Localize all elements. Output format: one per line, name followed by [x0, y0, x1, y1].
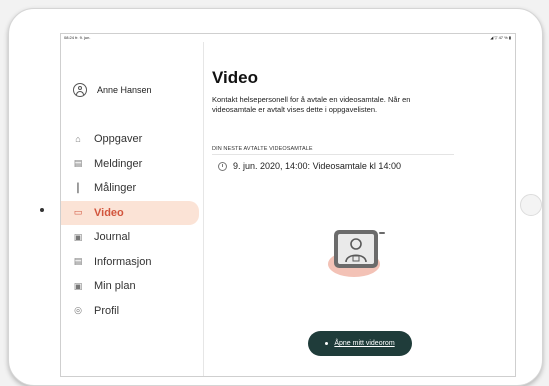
section-label: DIN NESTE AVTALTE VIDEOSAMTALE — [212, 146, 313, 152]
sidebar-item-label: Journal — [94, 231, 131, 244]
appointment-text: 9. jun. 2020, 14:00: Videosamtale kl 14:… — [233, 161, 401, 171]
open-video-room-label: Åpne mitt videorom — [334, 340, 395, 347]
clock-icon — [218, 161, 227, 171]
sidebar-item-label: Oppgaver — [94, 133, 143, 146]
sidebar: Anne Hansen ⌂ Oppgaver ▤ Meldinger ┃ Mål… — [61, 42, 204, 376]
status-time: 08:24 fr. 9. jun. — [64, 35, 91, 40]
info-icon: ▤ — [73, 256, 83, 267]
chart-icon: ┃ — [75, 182, 81, 193]
home-icon: ⌂ — [75, 134, 81, 145]
profile-icon: ◎ — [74, 305, 82, 316]
journal-icon: ▣ — [73, 231, 83, 242]
profile-name: Anne Hansen — [97, 85, 152, 95]
app-screen: 08:24 fr. 9. jun. ◢ ▽ 47 % ▮ Anne Hansen… — [60, 33, 516, 377]
video-call-illustration-icon — [328, 230, 385, 277]
main-content: Video Kontakt helsepersonell for å avtal… — [204, 42, 515, 376]
video-icon: ▭ — [73, 207, 83, 218]
tablet-frame: 08:24 fr. 9. jun. ◢ ▽ 47 % ▮ Anne Hansen… — [8, 8, 543, 386]
camera-dot — [40, 208, 44, 212]
sidebar-item-informasjon[interactable]: ▤ Informasjon — [61, 250, 203, 275]
sidebar-nav: ⌂ Oppgaver ▤ Meldinger ┃ Målinger ▭ Vide… — [61, 127, 203, 323]
sidebar-item-malinger[interactable]: ┃ Målinger — [61, 176, 203, 201]
sidebar-item-label: Informasjon — [94, 255, 152, 268]
page-title: Video — [212, 68, 258, 87]
sidebar-item-label: Meldinger — [94, 157, 143, 170]
sidebar-item-min-plan[interactable]: ▣ Min plan — [61, 274, 203, 299]
sidebar-item-label: Profil — [94, 304, 120, 317]
sidebar-item-journal[interactable]: ▣ Journal — [61, 225, 203, 250]
appointment-item[interactable]: 9. jun. 2020, 14:00: Videosamtale kl 14:… — [218, 161, 401, 171]
open-video-room-button[interactable]: Åpne mitt videorom — [308, 331, 412, 356]
sidebar-item-label: Min plan — [94, 280, 136, 293]
sidebar-item-label: Målinger — [94, 182, 137, 195]
dot-icon — [325, 342, 329, 345]
avatar-icon — [73, 83, 87, 97]
home-button[interactable] — [520, 194, 542, 216]
sidebar-item-oppgaver[interactable]: ⌂ Oppgaver — [61, 127, 203, 152]
profile-header[interactable]: Anne Hansen — [73, 80, 152, 100]
plan-icon: ▣ — [73, 280, 83, 291]
page-description: Kontakt helsepersonell for å avtale en v… — [212, 95, 411, 114]
section-divider — [212, 154, 454, 155]
chat-icon: ▤ — [73, 158, 83, 169]
sidebar-item-meldinger[interactable]: ▤ Meldinger — [61, 152, 203, 177]
status-indicators: ◢ ▽ 47 % ▮ — [490, 35, 511, 40]
sidebar-item-label: Video — [94, 206, 124, 219]
sidebar-item-profil[interactable]: ◎ Profil — [61, 299, 203, 324]
sidebar-item-video[interactable]: ▭ Video — [61, 200, 199, 225]
status-bar: 08:24 fr. 9. jun. ◢ ▽ 47 % ▮ — [61, 34, 515, 42]
